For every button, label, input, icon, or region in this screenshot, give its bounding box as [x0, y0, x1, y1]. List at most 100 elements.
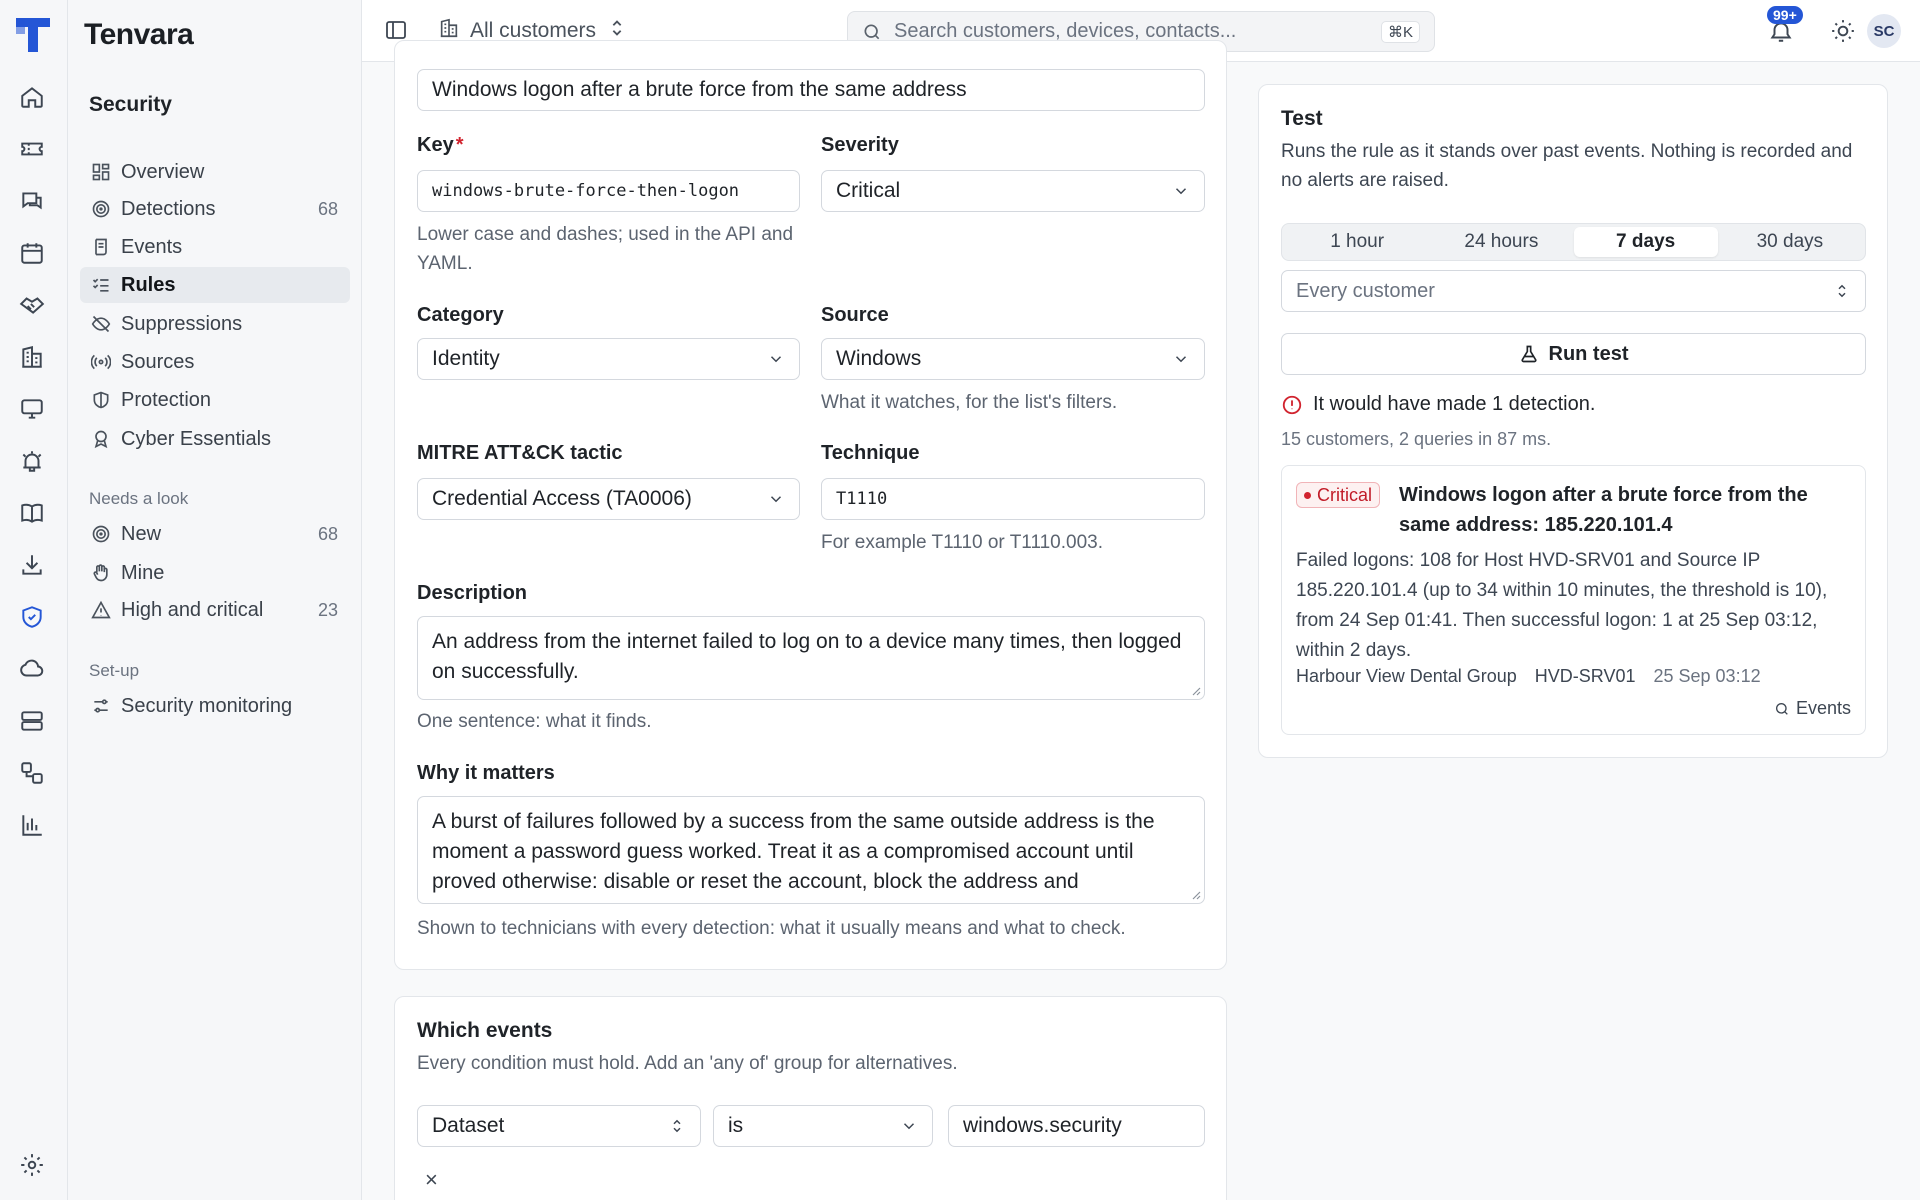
why-value: A burst of failures followed by a succes… — [432, 810, 1155, 893]
source-help: What it watches, for the list's filters. — [821, 392, 1118, 413]
severity-select[interactable]: Critical — [821, 170, 1205, 212]
rule-name-field[interactable]: Windows logon after a brute force from t… — [417, 69, 1205, 111]
sidebar-item-suppressions[interactable]: Suppressions — [80, 306, 350, 342]
required-marker: * — [455, 134, 464, 156]
why-textarea[interactable]: A burst of failures followed by a succes… — [417, 796, 1205, 904]
sidebar-item-high-and-critical[interactable]: High and critical 23 — [80, 592, 350, 628]
tactic-value: Credential Access (TA0006) — [432, 487, 692, 510]
technique-label: Technique — [821, 442, 920, 464]
category-label: Category — [417, 304, 504, 326]
range-24-hours[interactable]: 24 hours — [1429, 227, 1573, 257]
chevrons-up-down-icon — [673, 1119, 681, 1133]
handshake-icon[interactable] — [19, 292, 47, 320]
rule-form-card: Windows logon after a brute force from t… — [394, 40, 1227, 970]
avatar[interactable]: SC — [1867, 14, 1901, 48]
source-select[interactable]: Windows — [821, 338, 1205, 380]
sidebar-item-protection[interactable]: Protection — [80, 382, 350, 418]
sidebar-item-label: Detections — [121, 197, 216, 220]
scroll-icon — [90, 236, 112, 258]
detection-body: Failed logons: 108 for Host HVD-SRV01 an… — [1296, 550, 1828, 661]
run-test-button[interactable]: Run test — [1281, 333, 1866, 375]
description-value: An address from the internet failed to l… — [432, 630, 1182, 683]
book-icon[interactable] — [19, 500, 47, 528]
download-icon[interactable] — [19, 552, 47, 580]
sidebar-item-count: 23 — [317, 599, 338, 620]
events-link-label: Events — [1795, 698, 1851, 718]
condition-field-select[interactable]: Dataset — [417, 1105, 701, 1147]
source-label: Source — [821, 304, 889, 326]
key-value: windows-brute-force-then-logon — [432, 181, 740, 201]
severity-value: Critical — [836, 179, 901, 202]
sidebar-item-new[interactable]: New 68 — [80, 516, 350, 552]
resize-grip-icon[interactable] — [1189, 888, 1201, 900]
tactic-select[interactable]: Credential Access (TA0006) — [417, 478, 800, 520]
search-icon — [862, 22, 882, 42]
description-textarea[interactable]: An address from the internet failed to l… — [417, 616, 1205, 700]
radar-icon — [90, 198, 112, 220]
severity-badge: Critical — [1296, 482, 1381, 508]
detection-events-link[interactable]: Events — [1774, 698, 1851, 719]
chevrons-up-down-icon — [1838, 284, 1846, 298]
range-7-days[interactable]: 7 days — [1573, 227, 1718, 257]
search-shortcut: ⌘K — [1380, 20, 1420, 43]
shield-icon[interactable] — [19, 604, 47, 632]
dashboard-icon — [90, 161, 112, 183]
tenvara-logo-icon[interactable] — [14, 16, 52, 54]
settings-icon[interactable] — [19, 1152, 47, 1180]
building-icon[interactable] — [19, 344, 47, 372]
rule-name-value: Windows logon after a brute force from t… — [432, 78, 967, 101]
test-panel: Test Runs the rule as it stands over pas… — [1258, 84, 1888, 758]
home-icon[interactable] — [19, 84, 47, 112]
chart-icon[interactable] — [19, 812, 47, 840]
flask-icon — [1520, 345, 1537, 363]
sidebar-item-sources[interactable]: Sources — [80, 344, 350, 380]
range-1-hour[interactable]: 1 hour — [1285, 227, 1429, 257]
sidebar-item-mine[interactable]: Mine — [80, 555, 350, 591]
sidebar-item-label: Protection — [121, 388, 212, 411]
warning-icon — [90, 599, 112, 621]
monitor-icon[interactable] — [19, 396, 47, 424]
condition-operator-select[interactable]: is — [713, 1105, 933, 1147]
calendar-icon[interactable] — [19, 240, 47, 268]
detection-preview[interactable]: Critical Windows logon after a brute for… — [1281, 465, 1866, 735]
technique-field[interactable]: T1110 — [821, 478, 1205, 520]
ticket-icon[interactable] — [19, 136, 47, 164]
server-icon[interactable] — [19, 708, 47, 736]
detection-meta: Harbour View Dental Group HVD-SRV01 25 S… — [1296, 666, 1761, 687]
condition-value: windows.security — [963, 1114, 1122, 1137]
sidebar-item-label: Cyber Essentials — [121, 427, 272, 450]
category-value: Identity — [432, 347, 500, 370]
sidebar-item-label: Rules — [121, 273, 176, 296]
severity-dot — [1304, 491, 1311, 499]
sidebar-item-rules[interactable]: Rules — [80, 267, 350, 303]
brand-name: Tenvara — [84, 18, 194, 51]
chat-icon[interactable] — [19, 188, 47, 216]
sidebar-item-overview[interactable]: Overview — [80, 154, 350, 190]
resize-grip-icon[interactable] — [1189, 684, 1201, 696]
condition-value-field[interactable]: windows.security — [948, 1105, 1205, 1147]
alarm-icon[interactable] — [19, 448, 47, 476]
sidebar-toggle-icon[interactable] — [384, 18, 408, 42]
sidebar-item-security-monitoring[interactable]: Security monitoring — [80, 688, 350, 724]
workflow-icon[interactable] — [19, 760, 47, 788]
test-subtitle: Runs the rule as it stands over past eve… — [1281, 141, 1853, 191]
customer-select-placeholder: Every customer — [1296, 279, 1435, 302]
customer-select[interactable]: Every customer — [1281, 270, 1866, 312]
range-30-days[interactable]: 30 days — [1718, 227, 1862, 257]
list-checks-icon — [90, 274, 112, 296]
alert-circle-icon — [1282, 395, 1302, 414]
severity-badge-label: Critical — [1317, 484, 1373, 505]
test-title: Test — [1281, 107, 1323, 130]
theme-toggle-icon[interactable] — [1830, 18, 1856, 44]
sidebar-item-label: Mine — [121, 561, 165, 584]
sidebar: Tenvara Security Overview Detections 68 … — [68, 0, 362, 1200]
sidebar-item-events[interactable]: Events — [80, 229, 350, 265]
technique-help: For example T1110 or T1110.003. — [821, 532, 1104, 553]
category-select[interactable]: Identity — [417, 338, 800, 380]
sidebar-item-detections[interactable]: Detections 68 — [80, 191, 350, 227]
key-field[interactable]: windows-brute-force-then-logon — [417, 170, 800, 212]
severity-label: Severity — [821, 134, 899, 156]
sidebar-item-cyber-essentials[interactable]: Cyber Essentials — [80, 421, 350, 457]
cloud-icon[interactable] — [19, 656, 47, 684]
remove-condition-icon[interactable]: × — [425, 1167, 438, 1193]
